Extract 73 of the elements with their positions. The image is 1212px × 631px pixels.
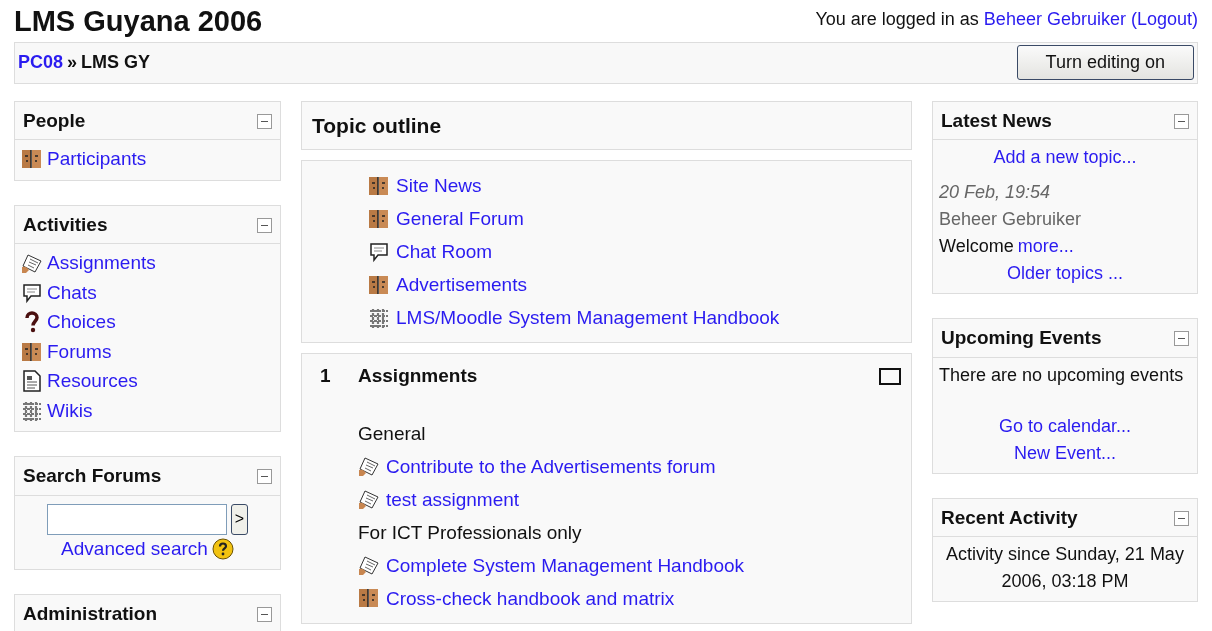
news-author: Beheer Gebruiker (939, 208, 1083, 232)
breadcrumb-current: LMS GY (81, 51, 151, 75)
hand-paper-icon (21, 252, 43, 275)
advanced-search-link[interactable]: Advanced search (61, 534, 208, 564)
collapse-icon[interactable] (257, 469, 272, 485)
add-topic-link[interactable]: Add a new topic... (993, 147, 1137, 168)
forum-icon (368, 174, 390, 197)
news-text: Welcome (939, 235, 1014, 259)
older-topics-link[interactable]: Older topics ... (1006, 263, 1123, 284)
calendar-link[interactable]: New Event... (1013, 442, 1116, 463)
forum-icon (21, 340, 43, 363)
activity-link[interactable]: Assignments (47, 248, 156, 278)
search-field[interactable] (46, 503, 227, 535)
activity-link[interactable]: Wikis (47, 395, 93, 426)
hand-paper-icon (358, 455, 380, 478)
login-text: You are logged in as Beheer Gebruiker (Logout) (815, 8, 1198, 31)
block-title: Administration (23, 602, 158, 627)
activity-link[interactable]: Choices (47, 307, 116, 337)
document-icon (21, 370, 43, 393)
activity-link[interactable]: Site News (396, 169, 482, 203)
activity-link[interactable]: Complete System Management Handbook (386, 548, 745, 582)
activity-link[interactable]: test assignment (386, 482, 520, 516)
block-title: People (23, 108, 86, 133)
site-title: LMS Guyana 2006 (14, 6, 263, 38)
forum-icon (358, 587, 380, 610)
block-title: Recent Activity (941, 505, 1078, 530)
activity-link[interactable]: Chat Room (396, 235, 493, 269)
block-title: Upcoming Events (941, 326, 1102, 351)
block-title: Search Forums (23, 464, 162, 489)
calendar-link[interactable]: Go to calendar... (998, 415, 1132, 436)
search-button[interactable]: > (230, 503, 249, 535)
activity-link[interactable]: Advertisements (396, 268, 527, 302)
highlight-icon[interactable] (879, 368, 901, 386)
activity-link[interactable]: Resources (47, 366, 138, 396)
section-label: General (358, 421, 426, 446)
hand-paper-icon (358, 488, 380, 511)
collapse-icon[interactable] (257, 607, 272, 623)
breadcrumb-separator: » (67, 51, 78, 75)
forum-icon (368, 207, 390, 230)
breadcrumb-link[interactable]: PC08 (18, 49, 64, 77)
grid-icon (21, 399, 43, 422)
logout-link[interactable]: (Logout) (1130, 9, 1198, 29)
hand-paper-icon (358, 554, 380, 577)
activity-link[interactable]: General Forum (396, 202, 524, 236)
grid-icon (368, 306, 390, 329)
section-number: 1 (320, 364, 332, 389)
more-link[interactable]: more... (1017, 233, 1074, 261)
outline-title: Topic outline (312, 113, 442, 137)
collapse-icon[interactable] (1174, 331, 1189, 347)
activity-link[interactable]: Forums (47, 336, 112, 367)
activity-link[interactable]: LMS/Moodle System Management Handbook (396, 301, 780, 335)
speech-bubble-icon (368, 240, 390, 263)
speech-bubble-icon (21, 281, 43, 304)
activity-link[interactable]: Chats (47, 277, 97, 308)
forum-icon (368, 273, 390, 296)
block-title: Latest News (941, 108, 1052, 133)
section-label: For ICT Professionals only (358, 520, 582, 545)
section-title: Assignments (358, 364, 479, 389)
activity-link[interactable]: Contribute to the Advertisements forum (386, 449, 716, 483)
news-date: 20 Feb, 19:54 (939, 181, 1052, 205)
activity-link[interactable]: Cross-check handbook and matrix (386, 581, 675, 615)
collapse-icon[interactable] (1174, 510, 1189, 526)
events-text: There are no upcoming events (939, 363, 1185, 387)
edit-button[interactable]: Turn editing on (1016, 45, 1194, 81)
activity-text: Activity since Sunday, 21 May 2006, 03:18 PM (945, 543, 1185, 594)
collapse-icon[interactable] (257, 113, 272, 129)
user-link[interactable]: Beheer Gebruiker (983, 9, 1126, 29)
activity-link[interactable]: Participants (47, 144, 147, 174)
forum-icon (21, 148, 43, 171)
help-icon[interactable] (211, 538, 234, 561)
collapse-icon[interactable] (257, 217, 272, 233)
block-title: Activities (23, 212, 108, 237)
collapse-icon[interactable] (1174, 113, 1189, 129)
